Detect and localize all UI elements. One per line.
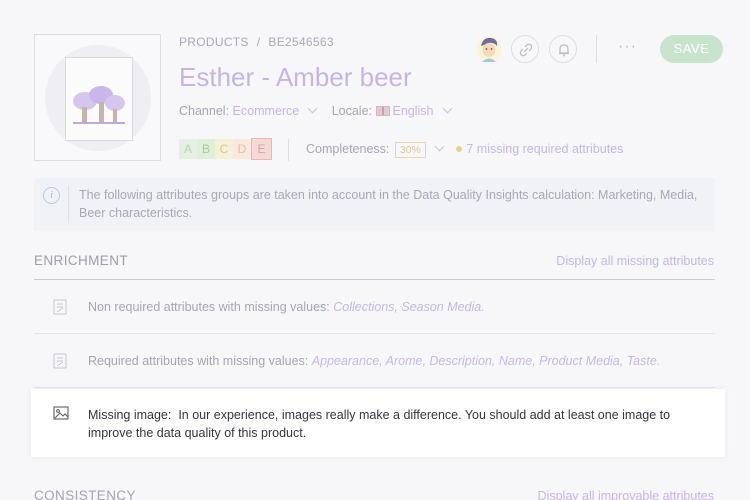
info-divider bbox=[68, 186, 69, 223]
grade-e-badge: E bbox=[251, 138, 272, 160]
breadcrumb-products[interactable]: PRODUCTS bbox=[179, 35, 249, 49]
breadcrumb-product-code: BE2546563 bbox=[268, 35, 334, 49]
locale-selector[interactable]: English bbox=[393, 104, 434, 118]
section-title-consistency: CONSISTENCY bbox=[34, 488, 136, 500]
link-icon bbox=[519, 43, 533, 57]
info-text: The following attributes groups are take… bbox=[79, 188, 698, 220]
save-button[interactable]: SAVE bbox=[660, 35, 723, 63]
info-icon: i bbox=[43, 187, 60, 204]
row-divider bbox=[34, 333, 715, 334]
completeness-label: Completeness: bbox=[306, 142, 390, 156]
info-banner: i The following attributes groups are ta… bbox=[34, 178, 715, 231]
list-item: Non required attributes with missing val… bbox=[88, 300, 485, 314]
channel-label: Channel: bbox=[179, 104, 230, 118]
breadcrumb-separator: / bbox=[256, 35, 261, 49]
grade-b-badge: B bbox=[197, 139, 215, 159]
bell-icon bbox=[559, 44, 569, 57]
list-item: Required attributes with missing values:… bbox=[88, 354, 660, 368]
divider bbox=[288, 139, 289, 161]
missing-image-description: In our experience, images really make a … bbox=[88, 408, 671, 440]
chevron-down-icon[interactable] bbox=[307, 103, 318, 114]
missing-image-label: Missing image: bbox=[88, 408, 172, 422]
section-divider bbox=[34, 279, 715, 280]
chevron-down-icon[interactable] bbox=[434, 141, 445, 152]
context-switcher: Channel: Ecommerce Locale: English bbox=[179, 103, 463, 118]
missing-image-message: Missing image: In our experience, images… bbox=[88, 406, 713, 442]
completeness-badge[interactable]: 30% bbox=[394, 142, 426, 158]
uk-flag-icon bbox=[375, 106, 390, 116]
quality-score-badges: A B C D E bbox=[179, 138, 272, 160]
row-divider bbox=[34, 387, 715, 388]
completeness-indicator: Completeness: 30% 7 missing required att… bbox=[306, 141, 623, 158]
missing-attributes-list[interactable]: Collections, Season Media. bbox=[333, 300, 484, 314]
page-title[interactable]: Esther - Amber beer bbox=[179, 62, 412, 93]
avatar-icon bbox=[476, 36, 502, 62]
locale-label: Locale: bbox=[331, 104, 373, 118]
notifications-button[interactable] bbox=[549, 35, 577, 63]
grade-a-badge: A bbox=[179, 139, 197, 159]
channel-selector[interactable]: Ecommerce bbox=[233, 104, 300, 118]
display-improvable-attributes-link[interactable]: Display all improvable attributes bbox=[538, 489, 714, 500]
section-title-enrichment: ENRICHMENT bbox=[34, 253, 128, 268]
breadcrumb: PRODUCTS / BE2546563 bbox=[179, 35, 334, 49]
missing-status-dot bbox=[456, 146, 463, 152]
toolbar-divider bbox=[596, 35, 597, 63]
more-options-button[interactable]: ··· bbox=[618, 38, 637, 56]
grade-c-badge: C bbox=[215, 139, 233, 159]
chevron-down-icon[interactable] bbox=[442, 103, 452, 114]
grade-d-badge: D bbox=[233, 139, 251, 159]
display-missing-attributes-link[interactable]: Display all missing attributes bbox=[556, 254, 714, 268]
missing-image-card: Missing image: In our experience, images… bbox=[31, 389, 725, 457]
missing-attributes-list[interactable]: Appearance, Arome, Description, Name, Pr… bbox=[312, 354, 661, 368]
row-label: Non required attributes with missing val… bbox=[88, 300, 330, 314]
image-icon bbox=[53, 406, 69, 420]
mushroom-illustration-icon bbox=[73, 86, 125, 124]
missing-attributes-link[interactable]: 7 missing required attributes bbox=[466, 142, 623, 156]
document-edit-icon bbox=[53, 353, 67, 369]
user-avatar[interactable] bbox=[475, 34, 503, 62]
row-label: Required attributes with missing values: bbox=[88, 354, 309, 368]
link-button[interactable] bbox=[511, 35, 539, 63]
document-edit-icon bbox=[53, 299, 67, 315]
product-thumbnail[interactable] bbox=[34, 34, 161, 161]
